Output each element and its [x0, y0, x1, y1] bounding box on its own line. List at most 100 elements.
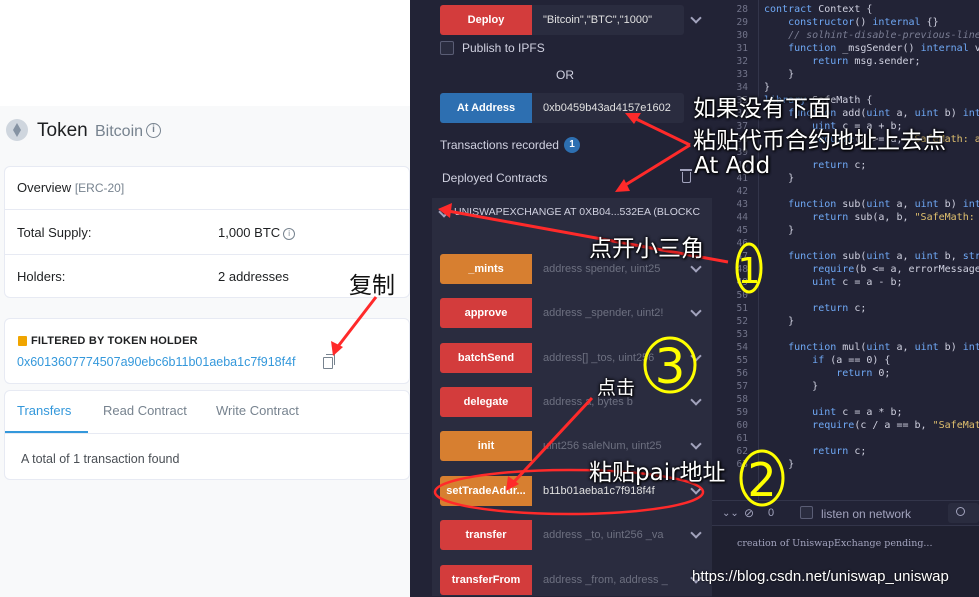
code-line: return 0; — [836, 368, 891, 379]
annotation-open-triangle: 点开小三角 — [589, 236, 704, 262]
line-number: 29 — [736, 17, 748, 28]
line-number: 51 — [736, 303, 748, 314]
publish-ipfs-label: Publish to IPFS — [462, 41, 545, 55]
token-label: Token — [37, 120, 88, 141]
annotation-paste-line3: At Add — [694, 153, 771, 179]
chevron-down-icon[interactable] — [690, 529, 700, 539]
annotation-paste-pair: 粘贴pair地址 — [589, 460, 726, 486]
annotation-copy: 复制 — [349, 273, 395, 299]
function-args-input[interactable]: address _to, uint256 _va — [532, 520, 684, 550]
code-line: } — [764, 316, 795, 327]
code-line: return c; — [812, 303, 867, 314]
filter-icon — [18, 336, 27, 346]
function-args-input[interactable]: address[] _tos, uint256 — [532, 343, 684, 373]
line-number: 47 — [736, 251, 748, 262]
code-line: contract Context { — [764, 4, 873, 15]
total-supply-amount: 1,000 BTC — [218, 225, 281, 240]
holders-label: Holders: — [17, 269, 66, 284]
function-button[interactable]: batchSend — [440, 343, 532, 373]
contract-instance-title[interactable]: UNISWAPEXCHANGE AT 0XB04...532EA (BLOCKC — [454, 206, 700, 218]
function-button[interactable]: _mints — [440, 254, 532, 284]
token-name: Bitcoin — [95, 123, 144, 140]
listen-network-checkbox[interactable] — [800, 506, 813, 519]
code-line: uint c = a - b; — [812, 277, 903, 288]
code-line: if (a == 0) { — [812, 355, 891, 366]
line-number: 58 — [736, 394, 748, 405]
tab-read-contract[interactable]: Read Contract — [103, 403, 187, 418]
tab-write-contract[interactable]: Write Contract — [216, 403, 299, 418]
info-icon[interactable]: i — [283, 228, 296, 240]
line-number: 54 — [736, 342, 748, 353]
total-supply-label: Total Supply: — [17, 225, 92, 240]
line-number: 45 — [736, 225, 748, 236]
line-number: 30 — [736, 30, 748, 41]
function-button[interactable]: setTradeAddr... — [440, 476, 532, 506]
deploy-button[interactable]: Deploy — [440, 5, 532, 35]
chevron-down-icon[interactable] — [690, 352, 700, 362]
code-line: return c; — [812, 160, 867, 171]
code-line: uint c = a * b; — [812, 407, 903, 418]
code-line: // solhint-disable-previous-line — [788, 30, 979, 41]
copy-icon[interactable] — [323, 354, 335, 369]
code-line: return msg.sender; — [812, 56, 921, 67]
search-icon[interactable] — [948, 503, 979, 523]
divider — [5, 254, 411, 255]
tabs-card: Transfers Read Contract Write Contract A… — [4, 390, 411, 480]
function-button[interactable]: transferFrom — [440, 565, 532, 595]
code-line: function mul(uint a, uint b) int — [788, 342, 979, 353]
chevron-down-icon[interactable] — [690, 14, 700, 24]
code-line: require(b <= a, errorMessage — [812, 264, 979, 275]
line-number: 43 — [736, 199, 748, 210]
transaction-count-text: A total of 1 transaction found — [21, 452, 180, 466]
line-number: 28 — [736, 4, 748, 15]
chevron-down-icon[interactable] — [690, 307, 700, 317]
function-button[interactable]: init — [440, 431, 532, 461]
remix-deploy-panel: Deploy "Bitcoin","BTC","1000" Publish to… — [410, 0, 712, 597]
overview-heading: Overview [ERC-20] — [17, 180, 124, 195]
code-line: function sub(uint a, uint b, str — [788, 251, 979, 262]
line-number: 46 — [736, 238, 748, 249]
function-args-input[interactable]: address _from, address _ — [532, 565, 684, 595]
deployed-contracts-label: Deployed Contracts — [442, 171, 548, 185]
code-line: function sub(uint a, uint b) int — [788, 199, 979, 210]
function-button[interactable]: delegate — [440, 387, 532, 417]
deploy-args-input[interactable]: "Bitcoin","BTC","1000" — [532, 5, 684, 35]
terminal-log: creation of UniswapExchange pending... — [737, 538, 933, 549]
tab-transfers[interactable]: Transfers — [17, 403, 71, 418]
transactions-recorded-label[interactable]: Transactions recorded — [440, 138, 559, 152]
line-number: 33 — [736, 69, 748, 80]
function-button[interactable]: transfer — [440, 520, 532, 550]
pending-count: 0 — [768, 507, 775, 519]
overview-label: Overview — [17, 180, 72, 195]
code-line: } — [764, 381, 819, 392]
code-line: require(c / a == b, "SafeMat — [812, 420, 979, 431]
line-number: 59 — [736, 407, 748, 418]
line-number: 56 — [736, 368, 748, 379]
code-editor[interactable]: 28 contract Context {29 constructor() int… — [712, 0, 979, 500]
info-icon[interactable]: i — [146, 123, 161, 138]
code-line: return c; — [812, 446, 867, 457]
line-number: 44 — [736, 212, 748, 223]
line-number: 32 — [736, 56, 748, 67]
chevron-down-icon[interactable] — [690, 396, 700, 406]
at-address-button[interactable]: At Address — [440, 93, 532, 123]
collapse-icon[interactable]: ⌄⌄ — [722, 508, 739, 519]
line-number: 52 — [736, 316, 748, 327]
publish-ipfs-checkbox[interactable] — [440, 41, 454, 55]
chevron-down-icon[interactable] — [690, 440, 700, 450]
ethereum-token-icon — [6, 119, 28, 141]
function-button[interactable]: approve — [440, 298, 532, 328]
holder-address-link[interactable]: 0x6013607774507a90ebc6b11b01aeba1c7f918f… — [17, 355, 296, 369]
watermark: https://blog.csdn.net/uniswap_uniswap — [692, 568, 949, 585]
clear-icon[interactable]: ⊘ — [744, 506, 754, 520]
line-number: 57 — [736, 381, 748, 392]
filter-card: FILTERED BY TOKEN HOLDER 0x6013607774507… — [4, 318, 410, 384]
trash-icon[interactable] — [680, 169, 692, 183]
transactions-count-badge: 1 — [564, 137, 580, 153]
etherscan-top-blank — [0, 0, 410, 106]
code-line: return sub(a, b, "SafeMath: — [812, 212, 975, 223]
chevron-down-icon[interactable] — [690, 263, 700, 273]
at-address-input[interactable]: 0xb0459b43ad4157e1602 — [532, 93, 684, 123]
line-number: 48 — [736, 264, 748, 275]
function-args-input[interactable]: address _spender, uint2! — [532, 298, 684, 328]
